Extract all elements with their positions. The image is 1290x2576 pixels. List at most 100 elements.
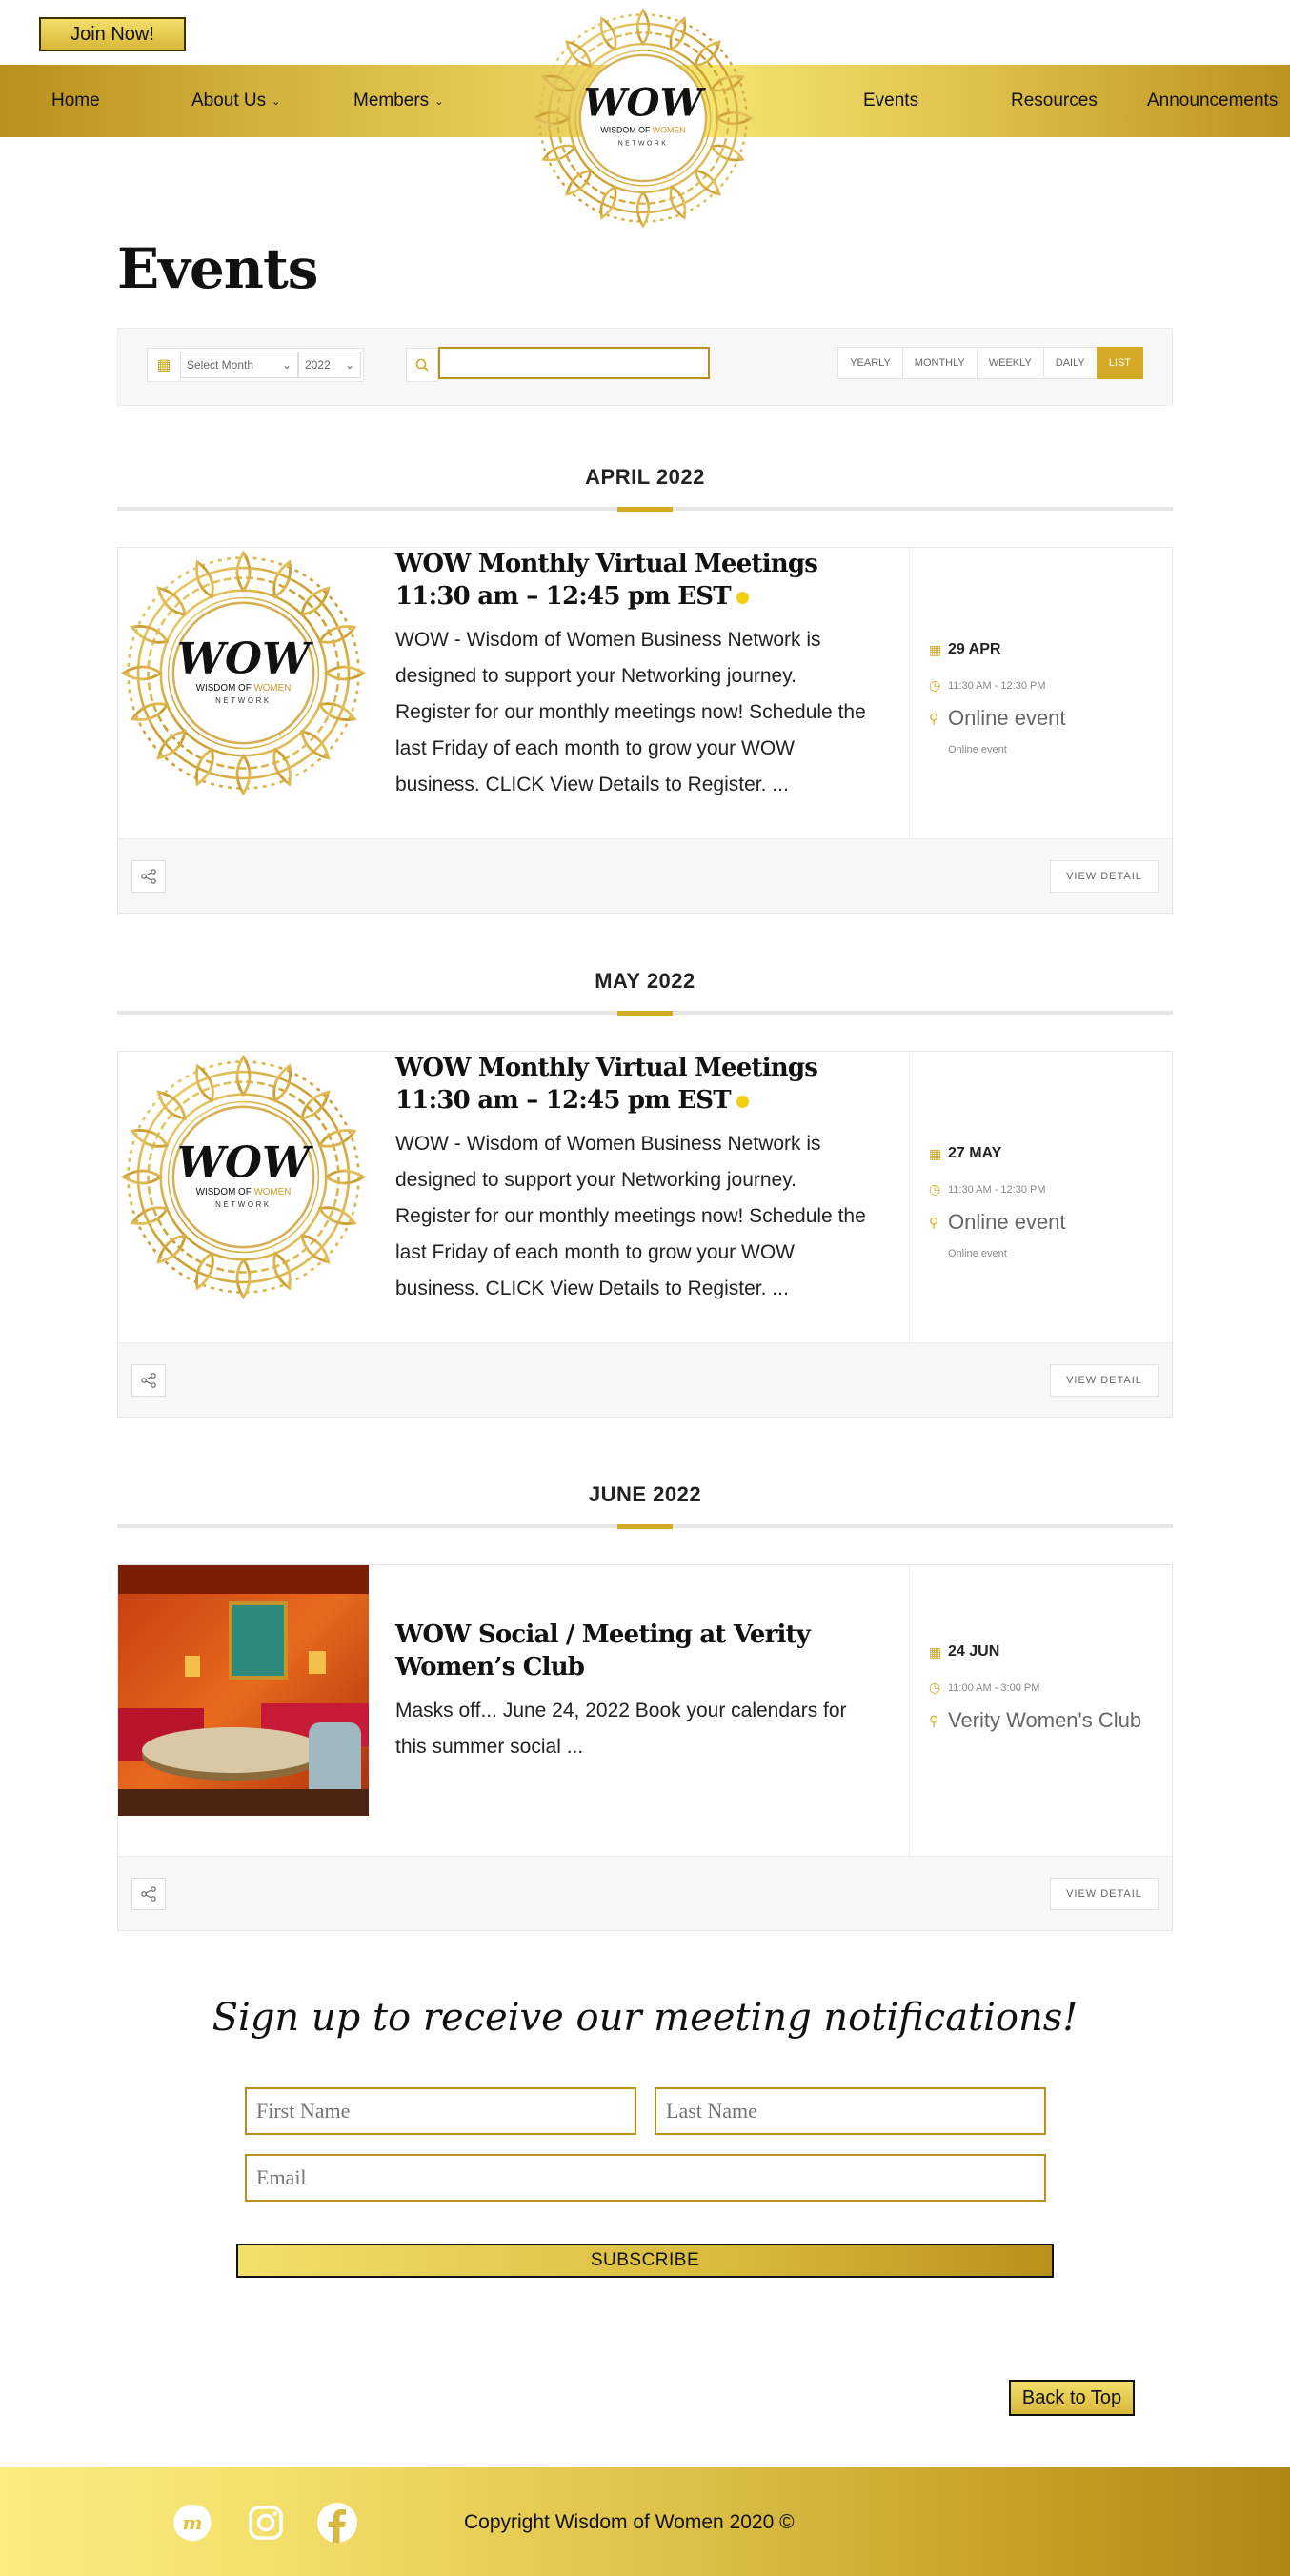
event-title[interactable]: WOW Social / Meeting at Verity Women’s C…	[395, 1619, 872, 1683]
event-image[interactable]: WOW WISDOM OF WOMEN NETWORK	[118, 548, 369, 798]
nav-resources[interactable]: Resources	[1011, 65, 1098, 137]
email-field[interactable]	[245, 2154, 1046, 2202]
join-now-button[interactable]: Join Now!	[39, 17, 186, 51]
event-status-dot	[736, 591, 749, 604]
share-button[interactable]	[131, 1878, 166, 1910]
event-meta: ▦ 27 MAY ◷ 11:30 AM - 12:30 PM ⚲ Online eve…	[909, 1052, 1173, 1342]
view-detail-button[interactable]: VIEW DETAIL	[1050, 1878, 1159, 1910]
svg-text:WISDOM OF WOMEN: WISDOM OF WOMEN	[196, 1187, 292, 1197]
instagram-icon[interactable]	[245, 2502, 287, 2544]
month-select[interactable]: Select Month ⌄	[180, 352, 298, 378]
event-time: 11:30 AM - 12:30 PM	[948, 679, 1046, 692]
month-accent	[617, 507, 673, 512]
clock-icon: ◷	[929, 1181, 941, 1197]
svg-text:WISDOM OF WOMEN: WISDOM OF WOMEN	[600, 125, 685, 134]
event-image[interactable]: WOW WISDOM OF WOMEN NETWORK	[118, 1052, 369, 1302]
nav-home[interactable]: Home	[51, 65, 100, 137]
event-card: WOW WISDOM OF WOMEN NETWORK WOW Monthly …	[117, 1051, 1173, 1418]
chevron-down-icon: ⌄	[344, 358, 354, 372]
event-title[interactable]: WOW Monthly Virtual Meetings 11:30 am – …	[395, 548, 872, 613]
event-footer: VIEW DETAIL	[118, 838, 1172, 913]
logo-line1b: WOMEN	[653, 125, 686, 134]
tab-daily[interactable]: DAILY	[1042, 347, 1098, 379]
share-icon	[141, 869, 156, 884]
nav-resources-label: Resources	[1011, 91, 1098, 111]
facebook-icon[interactable]	[316, 2502, 358, 2544]
signup-title: Sign up to receive our meeting notificat…	[212, 1996, 1078, 2040]
logo-line1a: WISDOM OF	[600, 125, 652, 134]
year-select[interactable]: 2022 ⌄	[298, 352, 361, 378]
event-location-sub: Online event	[948, 744, 1007, 755]
event-time: 11:00 AM - 3:00 PM	[948, 1681, 1040, 1694]
event-main: WOW Monthly Virtual Meetings 11:30 am – …	[395, 1052, 872, 1342]
event-main: WOW Monthly Virtual Meetings 11:30 am – …	[395, 548, 872, 838]
nav-about-us[interactable]: About Us ⌄	[191, 65, 280, 137]
site-logo[interactable]: WOW WISDOM OF WOMEN NETWORK	[531, 6, 756, 231]
tab-monthly[interactable]: MONTHLY	[901, 347, 978, 379]
calendar-icon: ▦	[156, 357, 171, 373]
calendar-icon: ▦	[929, 641, 942, 657]
month-accent	[617, 1524, 673, 1529]
nav-about-label: About Us	[191, 91, 267, 111]
event-location: Online event	[948, 1210, 1066, 1234]
month-accent	[617, 1011, 673, 1016]
search-icon	[406, 348, 438, 382]
event-photo[interactable]	[118, 1565, 369, 1816]
share-button[interactable]	[131, 1364, 166, 1397]
location-pin-icon: ⚲	[929, 1214, 939, 1230]
nav-announcements-label: Announcements	[1147, 91, 1279, 111]
first-name-field[interactable]	[245, 2087, 636, 2135]
nav-members[interactable]: Members ⌄	[353, 65, 443, 137]
event-footer: VIEW DETAIL	[118, 1342, 1172, 1417]
share-icon	[141, 1886, 156, 1902]
event-location: Online event	[948, 706, 1066, 730]
tab-weekly[interactable]: WEEKLY	[976, 347, 1044, 379]
event-card: WOW Social / Meeting at Verity Women’s C…	[117, 1564, 1173, 1931]
event-meta: ▦ 24 JUN ◷ 11:00 AM - 3:00 PM ⚲ Verity Wome…	[909, 1565, 1173, 1856]
nav-events[interactable]: Events	[863, 65, 918, 137]
logo-wordmark: WOW	[583, 81, 706, 126]
clock-icon: ◷	[929, 677, 941, 693]
calendar-icon: ▦	[929, 1643, 942, 1660]
event-date: 24 JUN	[948, 1643, 1000, 1660]
svg-text:m: m	[182, 2511, 202, 2534]
event-logo-line1b: WOMEN	[253, 683, 291, 694]
logo-line2: NETWORK	[618, 139, 669, 147]
chevron-down-icon: ⌄	[434, 95, 444, 108]
share-icon	[141, 1373, 156, 1388]
location-pin-icon: ⚲	[929, 710, 939, 726]
search-input[interactable]	[438, 347, 710, 379]
nav-announcements[interactable]: Announcements	[1147, 65, 1278, 137]
event-date: 27 MAY	[948, 1145, 1002, 1161]
meetup-icon[interactable]: m	[171, 2502, 213, 2544]
event-description: WOW - Wisdom of Women Business Network i…	[395, 629, 866, 795]
date-filter: ▦ Select Month ⌄ 2022 ⌄	[147, 348, 364, 382]
subscribe-button[interactable]: SUBSCRIBE	[236, 2244, 1054, 2278]
view-detail-button[interactable]: VIEW DETAIL	[1050, 860, 1159, 893]
tab-list[interactable]: LIST	[1096, 347, 1143, 379]
copyright-text: Copyright Wisdom of Women 2020 ©	[464, 2511, 795, 2533]
svg-text:WISDOM OF WOMEN: WISDOM OF WOMEN	[196, 683, 292, 694]
event-title[interactable]: WOW Monthly Virtual Meetings 11:30 am – …	[395, 1052, 872, 1117]
clock-icon: ◷	[929, 1680, 941, 1695]
location-pin-icon: ⚲	[929, 1712, 939, 1728]
last-name-field[interactable]	[655, 2087, 1046, 2135]
nav-members-label: Members	[353, 91, 430, 111]
event-description: WOW - Wisdom of Women Business Network i…	[395, 1133, 866, 1299]
tab-yearly[interactable]: YEARLY	[837, 347, 903, 379]
event-location: Verity Women's Club	[948, 1708, 1142, 1732]
event-logo-line2: NETWORK	[215, 696, 272, 705]
event-card: WOW WISDOM OF WOMEN NETWORK WOW Monthly …	[117, 547, 1173, 914]
event-title-text: WOW Monthly Virtual Meetings 11:30 am – …	[395, 550, 818, 611]
month-header: JUNE 2022	[117, 1482, 1173, 1540]
nav-events-label: Events	[863, 91, 919, 111]
event-logo-line1a: WISDOM OF	[196, 1187, 254, 1197]
event-logo-line1a: WISDOM OF	[196, 683, 254, 694]
chevron-down-icon: ⌄	[281, 358, 292, 372]
share-button[interactable]	[131, 860, 166, 893]
view-detail-button[interactable]: VIEW DETAIL	[1050, 1364, 1159, 1397]
month-label: JUNE 2022	[588, 1482, 702, 1506]
back-to-top-button[interactable]: Back to Top	[1009, 2380, 1135, 2416]
month-header: MAY 2022	[117, 969, 1173, 1026]
page-title: Events	[117, 236, 318, 301]
